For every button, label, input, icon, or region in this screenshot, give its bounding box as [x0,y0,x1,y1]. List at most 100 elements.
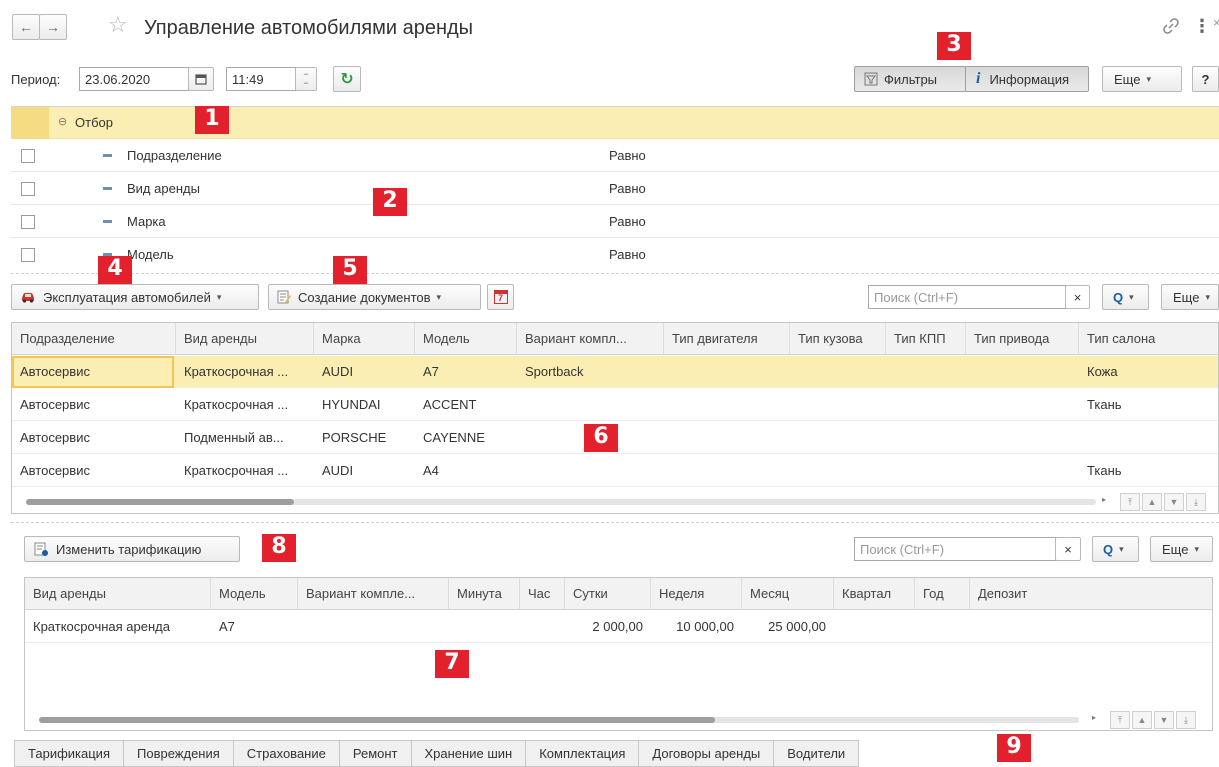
table-cell[interactable] [886,455,966,487]
create-documents-button[interactable]: Создание документов ▾ [268,284,481,310]
column-header[interactable]: Модель [415,323,517,355]
go-down-button[interactable]: ▼ [1154,711,1174,729]
table-cell[interactable] [664,422,790,454]
table-cell[interactable]: Ткань [1079,389,1218,421]
cars-search-button[interactable]: Q ▾ [1102,284,1149,310]
change-tariff-button[interactable]: Изменить тарификацию [24,536,240,562]
column-header[interactable]: Неделя [651,578,742,610]
scroll-right-icon[interactable]: ▸ [1092,713,1096,722]
table-cell[interactable] [664,389,790,421]
table-cell[interactable]: PORSCHE [314,422,415,454]
table-cell[interactable] [664,455,790,487]
column-header[interactable]: Сутки [565,578,651,610]
table-cell[interactable] [886,389,966,421]
filter-checkbox[interactable] [21,149,35,163]
table-cell[interactable]: ACCENT [415,389,517,421]
table-cell[interactable] [915,611,970,643]
column-header[interactable]: Марка [314,323,415,355]
star-icon[interactable]: ☆ [108,10,128,40]
table-cell[interactable]: Краткосрочная ... [176,356,314,388]
table-row[interactable]: Автосервис Краткосрочная ... HYUNDAI ACC… [12,389,1218,421]
tariff-horizontal-scrollbar[interactable]: ▸ ⤒ ▲ ▼ ⤓ [25,711,1212,729]
table-cell[interactable]: Краткосрочная ... [176,389,314,421]
table-cell[interactable] [298,611,449,643]
tab-tariffication[interactable]: Тарификация [14,740,124,767]
table-cell[interactable] [886,356,966,388]
go-last-button[interactable]: ⤓ [1176,711,1196,729]
column-header[interactable]: Депозит [970,578,1212,610]
table-cell[interactable] [970,611,1212,643]
table-cell[interactable]: Краткосрочная аренда [25,611,211,643]
period-time-field[interactable]: 11:49 [226,67,296,91]
column-header[interactable]: Тип салона [1079,323,1218,355]
table-cell[interactable]: Кожа [1079,356,1218,388]
time-stepper[interactable]: − − [295,67,317,91]
go-down-button[interactable]: ▼ [1164,493,1184,511]
tariff-search-input[interactable]: Поиск (Ctrl+F) [854,537,1056,561]
table-cell[interactable]: Автосервис [12,455,176,487]
table-cell[interactable] [966,422,1079,454]
column-header[interactable]: Месяц [742,578,834,610]
tab-drivers[interactable]: Водители [774,740,860,767]
filter-row[interactable]: Подразделение Равно [11,140,1219,172]
tab-insurance[interactable]: Страхование [233,740,340,767]
table-cell[interactable]: AUDI [314,455,415,487]
table-cell[interactable] [517,455,664,487]
scroll-right-icon[interactable]: ▸ [1102,495,1106,504]
column-header[interactable]: Тип привода [966,323,1079,355]
table-cell[interactable] [449,611,520,643]
column-header[interactable]: Тип КПП [886,323,966,355]
table-cell[interactable]: Sportback [517,356,664,388]
tariff-more-button[interactable]: Еще ▾ [1150,536,1213,562]
column-header[interactable]: Тип кузова [790,323,886,355]
table-cell[interactable]: Краткосрочная ... [176,455,314,487]
filter-row[interactable]: Модель Равно [11,239,1219,271]
table-row[interactable]: Автосервис Краткосрочная ... AUDI A7 Spo… [12,356,1218,388]
table-cell[interactable] [1079,422,1218,454]
filter-group-header[interactable]: ⊖ Отбор [11,107,1219,139]
column-header[interactable]: Час [520,578,565,610]
table-cell[interactable]: 2 000,00 [565,611,651,643]
filter-row[interactable]: Марка Равно [11,206,1219,238]
table-cell[interactable] [966,356,1079,388]
go-last-button[interactable]: ⤓ [1186,493,1206,511]
table-cell[interactable]: Автосервис [12,356,174,388]
exploitation-button[interactable]: Эксплуатация автомобилей ▾ [11,284,259,310]
more-button[interactable]: Еще ▾ [1102,66,1182,92]
column-header[interactable]: Модель [211,578,298,610]
forward-button[interactable]: → [39,14,67,40]
table-row[interactable]: Автосервис Краткосрочная ... AUDI A4 Тка… [12,455,1218,487]
close-icon[interactable]: × [1213,15,1219,30]
filter-checkbox[interactable] [21,215,35,229]
link-icon[interactable] [1162,17,1180,40]
filter-row[interactable]: Вид аренды Равно [11,173,1219,205]
refresh-button[interactable]: ↻ [333,66,361,92]
tab-rental-contracts[interactable]: Договоры аренды [639,740,775,767]
table-cell[interactable] [520,611,565,643]
cars-search-clear-button[interactable]: × [1065,285,1090,309]
column-header[interactable]: Вид аренды [25,578,211,610]
calendar-button[interactable] [188,67,214,91]
filters-button[interactable]: Фильтры [854,66,966,92]
table-cell[interactable] [886,422,966,454]
column-header[interactable]: Вид аренды [176,323,314,355]
table-cell[interactable]: AUDI [314,356,415,388]
table-cell[interactable]: A7 [211,611,298,643]
cars-horizontal-scrollbar[interactable]: ▸ ⤒ ▲ ▼ ⤓ [12,493,1218,511]
collapse-icon[interactable]: ⊖ [58,115,67,128]
table-cell[interactable]: A7 [415,356,517,388]
cars-more-button[interactable]: Еще ▾ [1161,284,1219,310]
table-cell[interactable]: A4 [415,455,517,487]
table-cell[interactable]: Подменный ав... [176,422,314,454]
table-cell[interactable] [790,356,886,388]
help-button[interactable]: ? [1192,66,1219,92]
column-header[interactable]: Год [915,578,970,610]
table-row[interactable]: Краткосрочная аренда A7 2 000,00 10 000,… [25,611,1212,643]
column-header[interactable]: Квартал [834,578,915,610]
tab-equipment[interactable]: Комплектация [526,740,640,767]
tab-tire-storage[interactable]: Хранение шин [411,740,527,767]
column-header[interactable]: Минута [449,578,520,610]
more-vertical-icon[interactable]: ⋮ [1193,16,1211,37]
go-up-button[interactable]: ▲ [1132,711,1152,729]
table-cell[interactable]: Автосервис [12,422,176,454]
